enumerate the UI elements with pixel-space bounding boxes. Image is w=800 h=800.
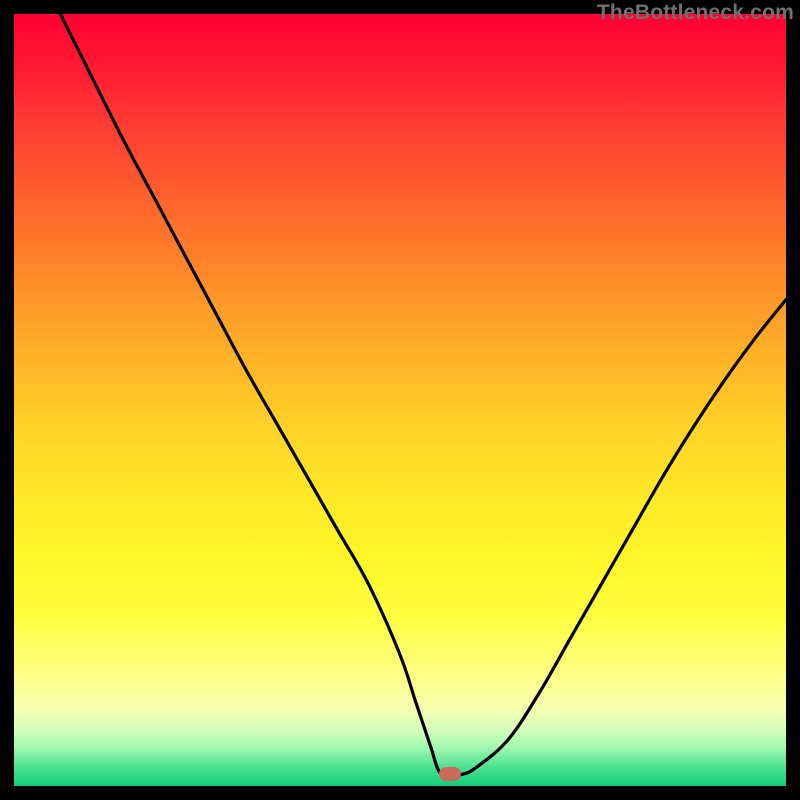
bottleneck-curve	[14, 14, 786, 786]
chart-stage: TheBottleneck.com	[0, 0, 800, 800]
plot-area	[14, 14, 786, 786]
watermark-text: TheBottleneck.com	[597, 1, 794, 25]
optimal-point-marker	[439, 767, 461, 781]
